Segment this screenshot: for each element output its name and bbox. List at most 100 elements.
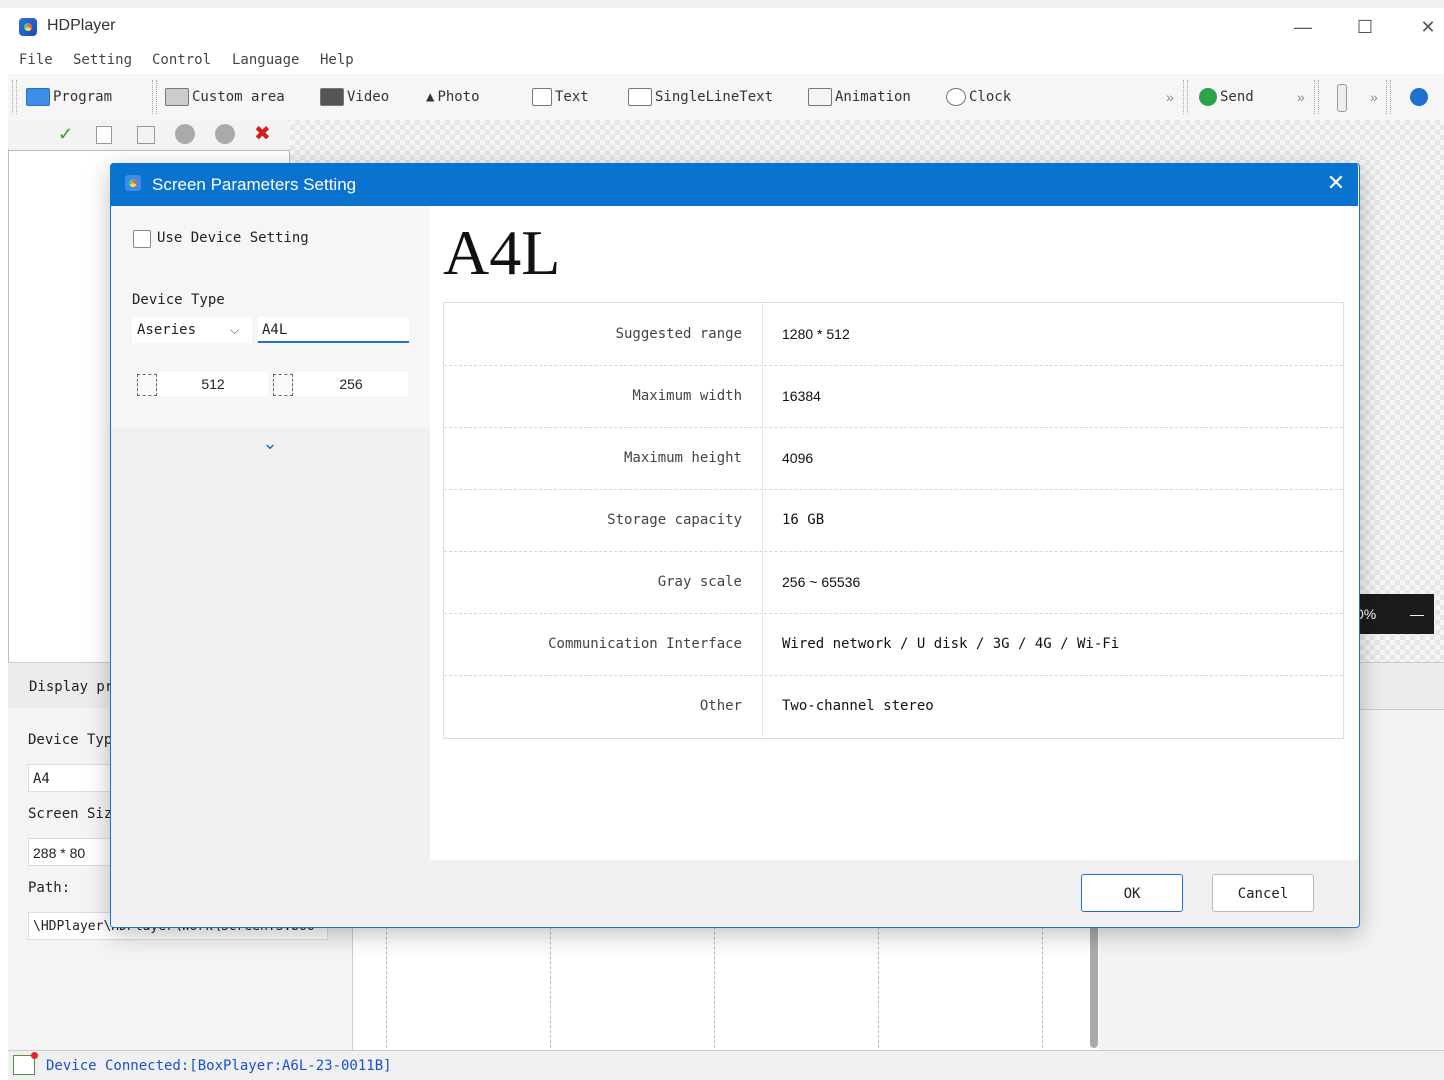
chevron-down-icon[interactable]: ⌵ — [230, 317, 239, 343]
top-strip — [0, 0, 1444, 8]
menu-setting[interactable]: Setting — [73, 52, 132, 68]
single-line-text-icon — [628, 88, 652, 106]
spec-row: Suggested range 1280 * 512 — [444, 303, 1343, 366]
path-label: Path: — [28, 880, 71, 896]
clock-label: Clock — [969, 89, 1012, 105]
spec-value: 256 ~ 65536 — [782, 574, 861, 590]
toolbar-separator — [1314, 80, 1319, 114]
close-window-button[interactable]: ✕ — [1413, 14, 1443, 40]
timeline-scrollbar[interactable] — [1090, 922, 1098, 1048]
device-status-icon — [13, 1052, 38, 1075]
width-icon — [137, 374, 157, 396]
menu-language[interactable]: Language — [232, 52, 299, 68]
use-device-setting-label[interactable]: Use Device Setting — [157, 230, 309, 246]
spec-divider — [762, 489, 763, 551]
paste-icon[interactable] — [137, 126, 155, 144]
video-label: Video — [347, 89, 390, 105]
app-title: HDPlayer — [47, 17, 116, 34]
dialog-close-button[interactable]: ✕ — [1323, 170, 1349, 196]
video-button[interactable]: Video — [320, 86, 389, 108]
spec-row: Maximum height 4096 — [444, 427, 1343, 490]
title-bar — [8, 8, 1444, 48]
properties-tab[interactable]: Display pr — [29, 679, 113, 695]
device-type-label: Device Typ — [28, 732, 113, 748]
photo-button[interactable]: ▲ Photo — [426, 86, 480, 108]
spec-divider — [762, 675, 763, 737]
zoom-control: 0% — — [1350, 594, 1434, 634]
text-label: Text — [555, 89, 589, 105]
spec-divider — [762, 613, 763, 675]
send-button[interactable]: Send — [1199, 86, 1254, 108]
minimize-button[interactable]: — — [1288, 14, 1318, 40]
model-input[interactable]: A4L — [258, 317, 409, 343]
play-icon[interactable] — [1410, 88, 1428, 106]
clock-icon — [946, 88, 966, 106]
hdplayer-logo-icon — [19, 18, 37, 36]
custom-area-label: Custom area — [192, 89, 285, 105]
move-up-icon[interactable] — [175, 124, 195, 144]
send-label: Send — [1220, 89, 1254, 105]
width-field[interactable]: 512 — [158, 372, 268, 396]
cancel-button[interactable]: Cancel — [1212, 874, 1314, 912]
spec-value: 1280 * 512 — [782, 326, 850, 342]
copy-icon[interactable] — [96, 126, 112, 144]
menu-control[interactable]: Control — [152, 52, 211, 68]
animation-button[interactable]: Animation — [808, 86, 911, 108]
timeline[interactable] — [352, 920, 1099, 1050]
spec-value: 4096 — [782, 450, 814, 466]
height-field[interactable]: 256 — [294, 372, 408, 396]
program-button[interactable]: Program — [26, 86, 112, 108]
move-down-icon[interactable] — [215, 124, 235, 144]
custom-area-button[interactable]: Custom area — [165, 86, 285, 108]
toolbar-separator — [1183, 80, 1188, 114]
toolbar-separator — [1386, 80, 1391, 114]
delete-icon[interactable]: ✖ — [254, 121, 271, 146]
menu-file[interactable]: File — [19, 52, 53, 68]
spec-key: Other — [699, 698, 742, 714]
spec-divider — [762, 365, 763, 427]
check-icon[interactable]: ✓ — [58, 124, 73, 145]
toolbar-separator — [12, 80, 17, 114]
toolbar-overflow-button[interactable]: » — [1297, 86, 1305, 108]
photo-label: Photo — [437, 89, 480, 105]
maximize-button[interactable]: ☐ — [1350, 14, 1380, 40]
spec-row: Other Two-channel stereo — [444, 675, 1343, 737]
spec-key: Maximum width — [632, 388, 742, 404]
animation-label: Animation — [835, 89, 911, 105]
text-button[interactable]: Text — [532, 86, 589, 108]
spec-row: Storage capacity 16 GB — [444, 489, 1343, 552]
ok-button[interactable]: OK — [1081, 874, 1183, 912]
model-heading: A4L — [443, 217, 561, 288]
spec-row: Communication Interface Wired network / … — [444, 613, 1343, 676]
spec-table: Suggested range 1280 * 512 Maximum width… — [443, 302, 1344, 739]
timeline-gridline — [386, 922, 387, 1048]
spec-value: 16384 — [782, 388, 821, 404]
spec-key: Storage capacity — [607, 512, 742, 528]
brightness-icon[interactable] — [1337, 84, 1347, 112]
clock-button[interactable]: Clock — [946, 86, 1011, 108]
status-text: Device Connected:[BoxPlayer:A6L-23-0011B… — [46, 1058, 392, 1074]
toolbar-separator — [152, 80, 157, 114]
animation-icon — [808, 88, 832, 106]
expand-chevron-icon[interactable]: ⌄ — [258, 433, 282, 453]
spec-key: Gray scale — [657, 574, 742, 590]
send-icon — [1199, 88, 1217, 106]
video-icon — [320, 88, 344, 106]
custom-area-icon — [165, 88, 189, 106]
zoom-out-button[interactable]: — — [1410, 606, 1424, 622]
menu-help[interactable]: Help — [320, 52, 354, 68]
device-type-label: Device Type — [132, 292, 225, 308]
spec-value: Two-channel stereo — [782, 698, 934, 714]
toolbar-overflow-button[interactable]: » — [1370, 86, 1378, 108]
program-label: Program — [53, 89, 113, 105]
screen-size-label: Screen Siz — [28, 806, 113, 822]
toolbar-overflow-button[interactable]: » — [1166, 86, 1174, 108]
use-device-setting-checkbox[interactable] — [133, 230, 151, 248]
spec-row: Maximum width 16384 — [444, 365, 1343, 428]
text-icon — [532, 88, 552, 106]
single-line-text-button[interactable]: SingleLineText — [628, 86, 773, 108]
dialog-logo-icon — [125, 175, 141, 191]
program-icon — [26, 88, 50, 106]
spec-divider — [762, 303, 763, 365]
spec-value: 16 GB — [782, 512, 825, 528]
